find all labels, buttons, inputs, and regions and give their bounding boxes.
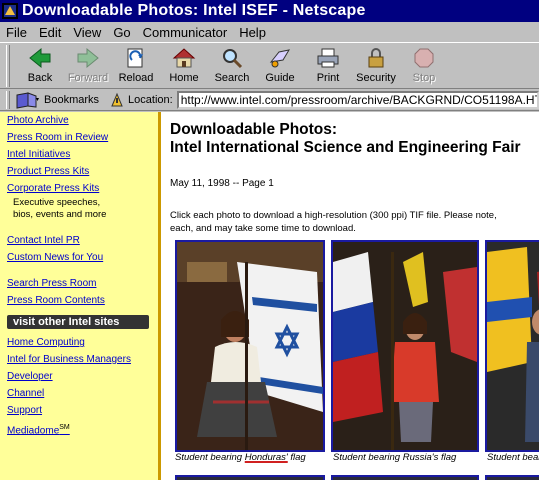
caption-russia-text: Student bearing Russia's flag bbox=[333, 452, 457, 463]
location-label-group: Location: bbox=[109, 92, 173, 108]
page-title-line1: Downloadable Photos: bbox=[170, 121, 338, 138]
corporate-subtext-1: Executive speeches, bbox=[13, 197, 101, 208]
menu-edit[interactable]: Edit bbox=[33, 25, 67, 40]
print-icon bbox=[317, 48, 339, 68]
mediadome-label: Mediadome bbox=[7, 425, 60, 437]
caption-honduras: Student bearing Honduras' flag bbox=[175, 452, 306, 463]
security-label: Security bbox=[356, 72, 396, 84]
guide-button[interactable]: Guide bbox=[256, 43, 304, 87]
press-room-sidebar: Photo Archive Press Room in Review Intel… bbox=[0, 112, 158, 480]
toolbar-grip[interactable] bbox=[6, 45, 10, 87]
link-channel[interactable]: Channel bbox=[7, 385, 158, 402]
location-toolbar-grip[interactable] bbox=[6, 90, 10, 109]
link-corporate-press-kits[interactable]: Corporate Press Kits bbox=[7, 180, 158, 197]
date-line: May 11, 1998 -- Page 1 bbox=[170, 178, 274, 189]
link-home-computing[interactable]: Home Computing bbox=[7, 334, 158, 351]
bookmarks-icon bbox=[16, 91, 39, 109]
caption-third-text: Student bear bbox=[487, 452, 539, 463]
search-button[interactable]: Search bbox=[208, 43, 256, 87]
menu-file[interactable]: File bbox=[0, 25, 33, 40]
link-intel-initiatives[interactable]: Intel Initiatives bbox=[7, 146, 158, 163]
link-product-press-kits[interactable]: Product Press Kits bbox=[7, 163, 158, 180]
link-business-managers[interactable]: Intel for Business Managers bbox=[7, 351, 158, 368]
link-support[interactable]: Support bbox=[7, 402, 158, 419]
link-developer[interactable]: Developer bbox=[7, 368, 158, 385]
link-press-room-in-review[interactable]: Press Room in Review bbox=[7, 129, 158, 146]
security-button[interactable]: Security bbox=[352, 43, 400, 87]
photo-image-2 bbox=[333, 242, 477, 450]
menu-bar: File Edit View Go Communicator Help bbox=[0, 22, 539, 42]
intro-line-2: each, and may take some time to download… bbox=[170, 223, 356, 234]
lock-icon bbox=[368, 48, 384, 68]
print-label: Print bbox=[316, 72, 340, 84]
location-toolbar: Bookmarks Location: http://www.intel.com… bbox=[0, 89, 539, 111]
link-custom-news[interactable]: Custom News for You bbox=[7, 249, 158, 266]
photo-row2-item-1[interactable] bbox=[175, 475, 325, 480]
back-button[interactable]: Back bbox=[16, 43, 64, 87]
photo-image-3 bbox=[487, 242, 539, 450]
service-mark: SM bbox=[59, 424, 70, 431]
location-label: Location: bbox=[128, 93, 173, 106]
page-title-line2: Intel International Science and Engineer… bbox=[170, 139, 521, 156]
bookmarks-label: Bookmarks bbox=[44, 93, 100, 106]
link-mediadome[interactable]: MediadomeSM bbox=[7, 419, 158, 439]
netscape-app-icon[interactable] bbox=[2, 3, 18, 19]
photo-russia-flag[interactable] bbox=[331, 240, 479, 452]
menu-go[interactable]: Go bbox=[107, 25, 136, 40]
navigation-toolbar: Back Forward Reload Home Search Guide Pr… bbox=[0, 42, 539, 89]
stop-label: Stop bbox=[412, 72, 436, 84]
search-icon bbox=[223, 49, 243, 69]
url-input[interactable]: http://www.intel.com/pressroom/archive/B… bbox=[176, 90, 539, 109]
stop-button[interactable]: Stop bbox=[400, 43, 448, 87]
photo-grid: Student bearing Honduras' flag Student b… bbox=[175, 240, 539, 480]
photo-row2-item-2[interactable] bbox=[331, 475, 479, 480]
photo-image-1 bbox=[177, 242, 323, 450]
menu-view[interactable]: View bbox=[67, 25, 107, 40]
caption-third: Student bear bbox=[487, 452, 539, 463]
page-proxy-icon[interactable] bbox=[109, 92, 125, 108]
link-contact-intel-pr[interactable]: Contact Intel PR bbox=[7, 232, 158, 249]
menu-help[interactable]: Help bbox=[233, 25, 272, 40]
stop-icon bbox=[414, 48, 434, 68]
title-bar[interactable]: Downloadable Photos: Intel ISEF - Netsca… bbox=[0, 0, 539, 22]
reload-label: Reload bbox=[118, 72, 154, 84]
window-title: Downloadable Photos: Intel ISEF - Netsca… bbox=[22, 2, 366, 19]
photo-honduras-flag[interactable] bbox=[175, 240, 325, 452]
back-label: Back bbox=[27, 72, 53, 84]
reload-button[interactable]: Reload bbox=[112, 43, 160, 87]
link-search-press-room[interactable]: Search Press Room bbox=[7, 275, 158, 292]
print-button[interactable]: Print bbox=[304, 43, 352, 87]
caption-honduras-pre: Student bearing bbox=[175, 452, 245, 463]
search-label: Search bbox=[214, 72, 250, 84]
visit-other-sites-banner: visit other Intel sites bbox=[7, 315, 149, 329]
forward-button[interactable]: Forward bbox=[64, 43, 112, 87]
intro-line-1: Click each photo to download a high-reso… bbox=[170, 210, 497, 221]
home-icon bbox=[172, 48, 196, 68]
caption-honduras-highlight: Honduras' bbox=[244, 452, 288, 463]
home-label: Home bbox=[169, 72, 199, 84]
photo-third-flag[interactable] bbox=[485, 240, 539, 452]
back-arrow-icon bbox=[29, 47, 51, 69]
guide-label: Guide bbox=[265, 72, 295, 84]
link-photo-archive[interactable]: Photo Archive bbox=[7, 112, 158, 129]
main-content: Downloadable Photos: Intel International… bbox=[161, 112, 539, 480]
photo-row2-item-3[interactable] bbox=[485, 475, 539, 480]
home-button[interactable]: Home bbox=[160, 43, 208, 87]
link-press-room-contents[interactable]: Press Room Contents bbox=[7, 292, 158, 309]
forward-arrow-icon bbox=[77, 47, 99, 69]
guide-icon bbox=[269, 49, 291, 68]
menu-communicator[interactable]: Communicator bbox=[137, 25, 234, 40]
forward-label: Forward bbox=[67, 72, 109, 84]
reload-icon bbox=[127, 48, 143, 68]
caption-russia: Student bearing Russia's flag bbox=[333, 452, 456, 463]
bookmarks-button[interactable]: Bookmarks bbox=[14, 91, 99, 109]
corporate-subtext-2: bios, events and more bbox=[13, 209, 107, 220]
caption-honduras-post: flag bbox=[287, 452, 306, 463]
